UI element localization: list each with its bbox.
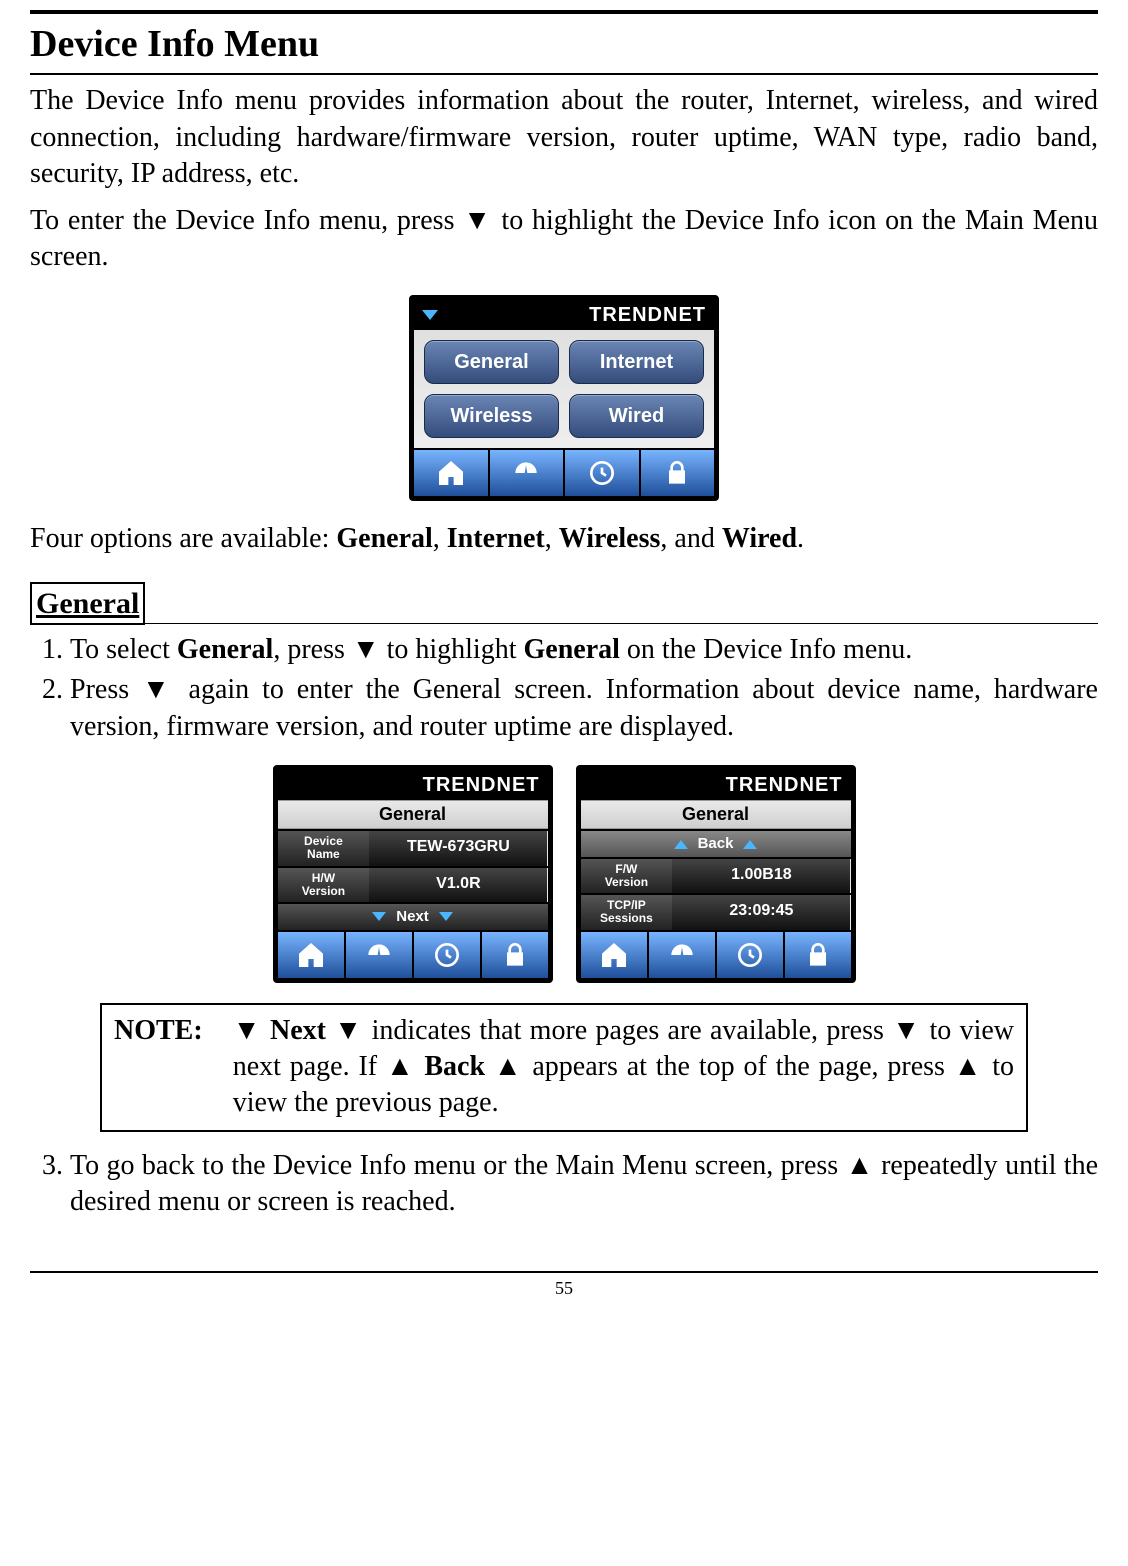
down-arrow-icon: ▼	[233, 1015, 262, 1046]
down-arrow-icon: ▼	[463, 205, 492, 236]
general-screen-2: TRENDNET General Back F/W Version 1.00B1…	[576, 765, 856, 983]
lock-icon[interactable]	[641, 450, 715, 496]
table-row: Device Name TEW-673GRU	[278, 829, 548, 865]
page-title: Device Info Menu	[30, 20, 1098, 69]
wireless-button[interactable]: Wireless	[424, 394, 559, 438]
gauge-icon[interactable]	[649, 932, 717, 978]
general-screen-1: TRENDNET General Device Name TEW-673GRU …	[273, 765, 553, 983]
step-2: Press ▼ again to enter the General scree…	[70, 672, 1098, 745]
table-row: H/W Version V1.0R	[278, 866, 548, 902]
step-1: To select General, press ▼ to highlight …	[70, 632, 1098, 668]
fw-version-value: 1.00B18	[672, 859, 850, 893]
bottom-toolbar	[581, 930, 851, 978]
device-name-label: Device Name	[278, 831, 370, 865]
section-general-heading: General	[30, 582, 145, 625]
home-icon[interactable]	[414, 450, 490, 496]
up-arrow-icon: ▲	[386, 1051, 416, 1082]
hw-version-label: H/W Version	[278, 868, 370, 902]
down-arrow-icon: ▼	[892, 1015, 921, 1046]
note-body: ▼ Next ▼ indicates that more pages are a…	[233, 1013, 1014, 1122]
bottom-toolbar	[414, 448, 714, 496]
wired-button[interactable]: Wired	[569, 394, 704, 438]
home-icon[interactable]	[581, 932, 649, 978]
up-arrow-icon: ▲	[494, 1051, 524, 1082]
screen-title: General	[278, 800, 548, 829]
intro-paragraph-2: To enter the Device Info menu, press ▼ t…	[30, 203, 1098, 276]
bottom-toolbar	[278, 930, 548, 978]
chevron-down-icon	[422, 310, 438, 320]
clock-icon[interactable]	[565, 450, 641, 496]
brand-label: TRENDNET	[726, 772, 843, 798]
back-nav[interactable]: Back	[581, 829, 851, 857]
options-paragraph: Four options are available: General, Int…	[30, 521, 1098, 557]
brand-label: TRENDNET	[423, 772, 540, 798]
down-arrow-icon: ▼	[334, 1015, 363, 1046]
lock-icon[interactable]	[482, 932, 548, 978]
internet-button[interactable]: Internet	[569, 340, 704, 384]
table-row: TCP/IP Sessions 23:09:45	[581, 893, 851, 929]
chevron-down-icon	[372, 912, 386, 921]
page-number: 55	[30, 1271, 1098, 1300]
device-info-menu-screenshot: TRENDNET General Internet Wireless Wired	[409, 295, 719, 501]
clock-icon[interactable]	[414, 932, 482, 978]
down-arrow-icon: ▼	[352, 634, 380, 665]
down-arrow-icon: ▼	[142, 674, 176, 705]
screen-title: General	[581, 800, 851, 829]
note-box: NOTE: ▼ Next ▼ indicates that more pages…	[100, 1003, 1028, 1132]
home-icon[interactable]	[278, 932, 346, 978]
table-row: F/W Version 1.00B18	[581, 857, 851, 893]
up-arrow-icon: ▲	[954, 1051, 984, 1082]
gauge-icon[interactable]	[490, 450, 566, 496]
next-nav[interactable]: Next	[278, 902, 548, 930]
gauge-icon[interactable]	[346, 932, 414, 978]
chevron-up-icon	[743, 840, 757, 849]
device-name-value: TEW-673GRU	[369, 831, 547, 865]
general-button[interactable]: General	[424, 340, 559, 384]
fw-version-label: F/W Version	[581, 859, 673, 893]
intro-paragraph-1: The Device Info menu provides informatio…	[30, 83, 1098, 192]
brand-label: TRENDNET	[589, 302, 706, 328]
tcpip-sessions-label: TCP/IP Sessions	[581, 895, 673, 929]
note-label: NOTE:	[114, 1013, 203, 1122]
clock-icon[interactable]	[717, 932, 785, 978]
hw-version-value: V1.0R	[369, 868, 547, 902]
step-3: To go back to the Device Info menu or th…	[70, 1148, 1098, 1221]
lock-icon[interactable]	[785, 932, 851, 978]
chevron-down-icon	[439, 912, 453, 921]
tcpip-sessions-value: 23:09:45	[672, 895, 850, 929]
up-arrow-icon: ▲	[846, 1150, 874, 1181]
chevron-up-icon	[674, 840, 688, 849]
